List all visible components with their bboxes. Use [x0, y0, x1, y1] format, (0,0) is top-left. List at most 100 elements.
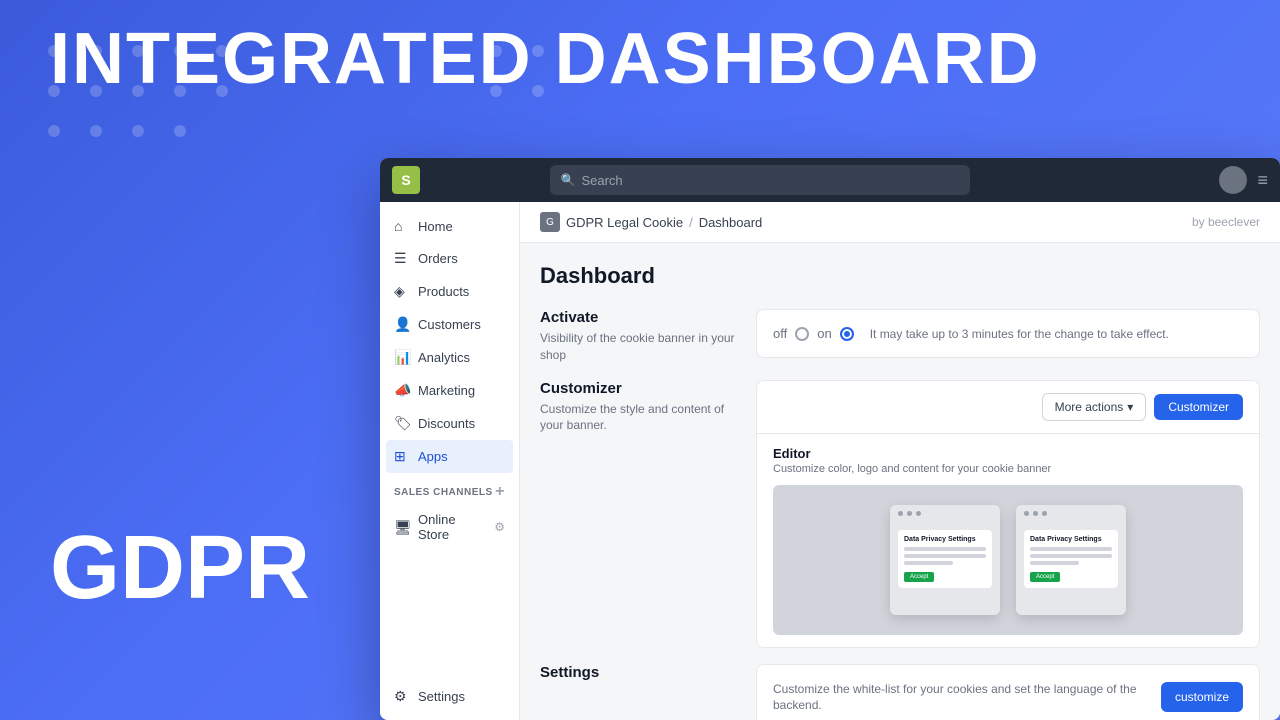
search-bar[interactable]: 🔍 Search: [550, 165, 970, 195]
sidebar-label-home: Home: [418, 219, 453, 234]
shopify-logo-icon: S: [392, 166, 420, 194]
radio-on-circle: [840, 327, 854, 341]
customizer-label-col: Customizer Customize the style and conte…: [540, 380, 740, 435]
products-icon: ◈: [394, 283, 410, 300]
sidebar-item-products[interactable]: ◈ Products: [380, 275, 519, 308]
preview-line-2: [904, 554, 986, 558]
discounts-icon: 🏷: [394, 415, 410, 432]
customers-icon: 👤: [394, 316, 410, 333]
shopify-admin-window: S 🔍 Search ≡ ⌂ Home ☰ Orders ◈ Products: [380, 158, 1280, 720]
sidebar-item-customers[interactable]: 👤 Customers: [380, 308, 519, 341]
breadcrumb-separator: /: [689, 215, 693, 230]
topbar: S 🔍 Search ≡: [380, 158, 1280, 202]
customizer-section-desc: Customize the style and content of your …: [540, 401, 740, 435]
preview-modal-inner-2: Data Privacy Settings Accept: [1024, 530, 1118, 588]
sales-channels-label: SALES CHANNELS: [394, 487, 493, 498]
sidebar-item-online-store[interactable]: 🖥 Online Store ⚙: [380, 505, 519, 549]
avatar[interactable]: [1219, 166, 1247, 194]
preview-dot-4: [1024, 511, 1029, 516]
activate-label-col: Activate Visibility of the cookie banner…: [540, 309, 740, 364]
sidebar-item-analytics[interactable]: 📊 Analytics: [380, 341, 519, 374]
marketing-icon: 📣: [394, 382, 410, 399]
preview-dot-2: [907, 511, 912, 516]
editor-title: Editor: [773, 446, 1243, 461]
more-actions-chevron-icon: ▾: [1127, 400, 1133, 414]
sidebar-item-settings[interactable]: ⚙ Settings: [380, 681, 519, 712]
radio-off-circle: [795, 327, 809, 341]
preview-dots-row-2: [1016, 505, 1126, 522]
sidebar-label-apps: Apps: [418, 449, 448, 464]
sidebar-label-discounts: Discounts: [418, 416, 475, 431]
gdpr-heading: GDPR: [50, 517, 310, 620]
customizer-button[interactable]: Customizer: [1154, 394, 1243, 420]
preview-line-4: [1030, 547, 1112, 551]
sidebar-label-online-store: Online Store: [418, 512, 486, 542]
breadcrumb-current-page: Dashboard: [699, 215, 763, 230]
settings-card-text: Customize the white-list for your cookie…: [773, 681, 1161, 715]
preview-dot-6: [1042, 511, 1047, 516]
settings-icon: ⚙: [394, 688, 410, 705]
settings-section-row: Settings Customize the white-list for yo…: [540, 664, 1260, 720]
breadcrumb-bar: G GDPR Legal Cookie / Dashboard by beecl…: [520, 202, 1280, 243]
sidebar-item-home[interactable]: ⌂ Home: [380, 210, 519, 242]
toggle-off-label: off: [773, 326, 787, 341]
preview-dot-5: [1033, 511, 1038, 516]
menu-icon[interactable]: ≡: [1257, 170, 1268, 191]
main-content: G GDPR Legal Cookie / Dashboard by beecl…: [520, 202, 1280, 720]
preview-modal-inner-1: Data Privacy Settings Accept: [898, 530, 992, 588]
page-title: Dashboard: [540, 263, 1260, 289]
customizer-section-row: Customizer Customize the style and conte…: [540, 380, 1260, 648]
content-area: Dashboard Activate Visibility of the coo…: [520, 243, 1280, 720]
radio-off[interactable]: [795, 327, 809, 341]
activate-note: It may take up to 3 minutes for the chan…: [870, 327, 1243, 341]
activate-toggle-row: off on It may take up to 3 minutes for t…: [773, 326, 1243, 341]
customizer-section-title: Customizer: [540, 380, 740, 397]
preview-modal-title-2: Data Privacy Settings: [1030, 536, 1112, 543]
editor-section: Editor Customize color, logo and content…: [757, 434, 1259, 647]
activate-card: off on It may take up to 3 minutes for t…: [756, 309, 1260, 358]
app-icon: G: [540, 212, 560, 232]
radio-on[interactable]: [840, 327, 854, 341]
sidebar-item-apps[interactable]: ⊞ Apps: [386, 440, 513, 473]
preview-dot-3: [916, 511, 921, 516]
activate-section-row: Activate Visibility of the cookie banner…: [540, 309, 1260, 364]
more-actions-button[interactable]: More actions ▾: [1042, 393, 1147, 421]
sales-channels-header: SALES CHANNELS +: [380, 473, 519, 505]
activate-section-desc: Visibility of the cookie banner in your …: [540, 330, 740, 364]
orders-icon: ☰: [394, 250, 410, 267]
main-heading: INTEGRATED DASHBOARD: [50, 20, 1041, 99]
breadcrumb-app-name[interactable]: GDPR Legal Cookie: [566, 215, 683, 230]
more-actions-label: More actions: [1055, 400, 1124, 414]
editor-desc: Customize color, logo and content for yo…: [773, 463, 1243, 475]
customize-settings-button[interactable]: customize: [1161, 682, 1243, 712]
apps-icon: ⊞: [394, 448, 410, 465]
add-sales-channel-button[interactable]: +: [495, 483, 505, 501]
customizer-header: More actions ▾ Customizer: [757, 381, 1259, 434]
online-store-icon: 🖥: [394, 519, 410, 536]
sidebar-item-marketing[interactable]: 📣 Marketing: [380, 374, 519, 407]
preview-line-5: [1030, 554, 1112, 558]
preview-accept-btn-1: Accept: [904, 572, 934, 582]
search-icon: 🔍: [560, 173, 575, 187]
window-body: ⌂ Home ☰ Orders ◈ Products 👤 Customers 📊…: [380, 202, 1280, 720]
online-store-settings-icon[interactable]: ⚙: [494, 520, 505, 534]
toggle-group: off on: [773, 326, 854, 341]
settings-label-col: Settings: [540, 664, 740, 685]
preview-line-3: [904, 561, 953, 565]
preview-line-6: [1030, 561, 1079, 565]
settings-section-title: Settings: [540, 664, 740, 681]
sidebar-item-orders[interactable]: ☰ Orders: [380, 242, 519, 275]
toggle-on-label: on: [817, 326, 831, 341]
by-author-text: by beeclever: [1192, 215, 1260, 229]
preview-modal-1: Data Privacy Settings Accept: [890, 505, 1000, 615]
preview-modal-title-1: Data Privacy Settings: [904, 536, 986, 543]
topbar-right-actions: ≡: [1219, 166, 1268, 194]
analytics-icon: 📊: [394, 349, 410, 366]
sidebar-item-discounts[interactable]: 🏷 Discounts: [380, 407, 519, 440]
search-input-placeholder: Search: [581, 173, 622, 188]
sidebar-label-analytics: Analytics: [418, 350, 470, 365]
settings-inner: Customize the white-list for your cookie…: [757, 665, 1259, 720]
sidebar-label-products: Products: [418, 284, 469, 299]
settings-card: Customize the white-list for your cookie…: [756, 664, 1260, 720]
home-icon: ⌂: [394, 218, 410, 234]
